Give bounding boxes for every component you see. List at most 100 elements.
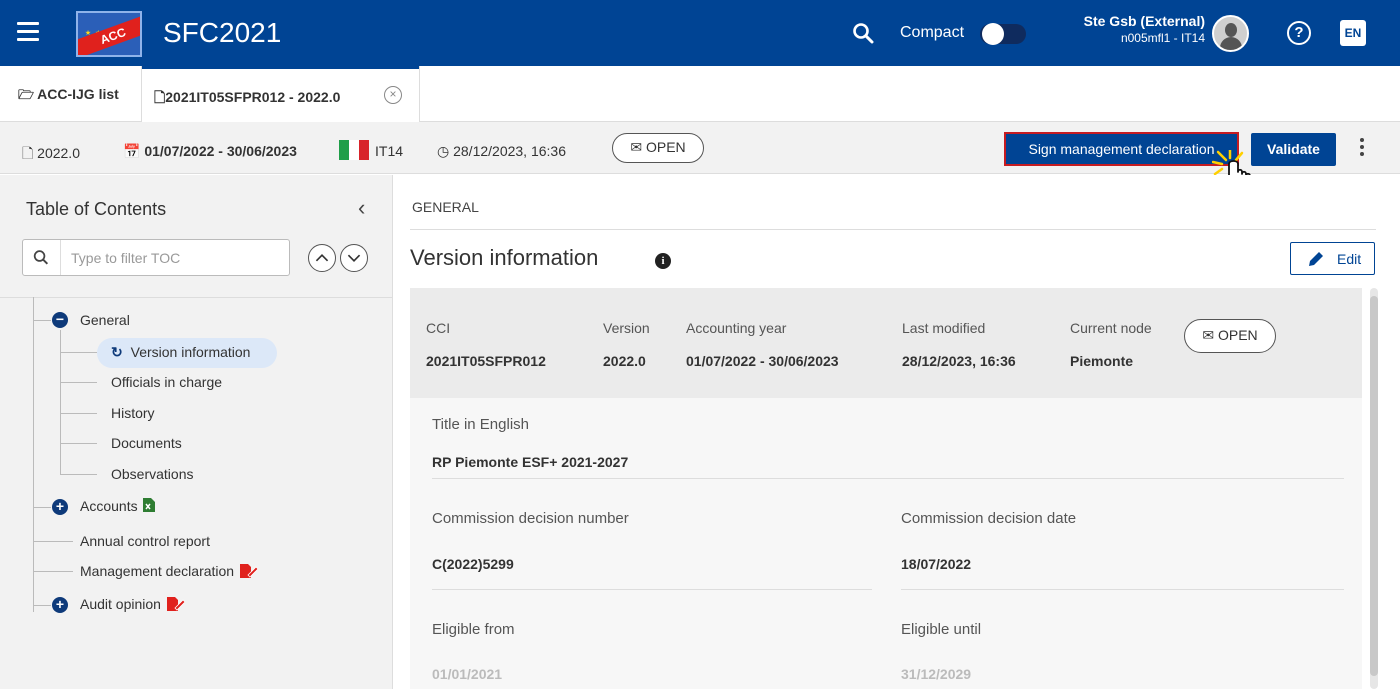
tab-acc-ijg-list[interactable]: 🗁 ACC-IJG list: [18, 86, 119, 108]
last-modified-value: 28/12/2023, 16:36: [902, 353, 1016, 369]
collapse-toc-icon[interactable]: ‹: [358, 195, 365, 221]
eligible-from-label: Eligible from: [432, 621, 515, 638]
validate-button[interactable]: Validate: [1251, 133, 1336, 166]
toc-item-documents[interactable]: Documents: [111, 435, 182, 451]
sfc-logo[interactable]: ★ ★ ★ ★ ★ ACC: [76, 11, 142, 57]
pencil-icon: [1309, 252, 1323, 266]
chevron-up-icon[interactable]: [308, 244, 336, 272]
tab-bar: 🗁 ACC-IJG list 🗋2021IT05SFPR012 - 2022.0 …: [0, 66, 1400, 122]
details-panel: [410, 398, 1362, 689]
eligible-from-value[interactable]: 01/01/2021: [432, 666, 502, 682]
accounting-year-value: 01/07/2022 - 30/06/2023: [686, 353, 839, 369]
title-in-english-label: Title in English: [432, 416, 529, 433]
toc-item-annual-control-report[interactable]: Annual control report: [80, 533, 210, 549]
signature-icon: [166, 597, 186, 611]
envelope-icon: ✉: [630, 139, 643, 155]
title-in-english-value[interactable]: RP Piemonte ESF+ 2021-2027: [432, 454, 628, 470]
cci-value: 2021IT05SFPR012: [426, 353, 546, 369]
clock-icon: ◷: [437, 143, 450, 159]
edit-label: Edit: [1337, 251, 1362, 267]
main-divider: [410, 229, 1376, 230]
avatar[interactable]: [1212, 15, 1249, 52]
decision-number-label: Commission decision number: [432, 510, 629, 527]
decision-date-value[interactable]: 18/07/2022: [901, 556, 971, 572]
collapse-general-icon[interactable]: −: [52, 312, 68, 328]
help-icon[interactable]: ?: [1287, 21, 1311, 45]
search-icon[interactable]: [852, 22, 874, 44]
decision-number-value[interactable]: C(2022)5299: [432, 556, 514, 572]
toc-item-observations[interactable]: Observations: [111, 466, 193, 482]
app-title[interactable]: SFC2021: [163, 17, 281, 49]
toc-item-officials-in-charge[interactable]: Officials in charge: [111, 374, 222, 390]
expand-accounts-icon[interactable]: +: [52, 499, 68, 515]
toc-item-version-information[interactable]: ↻ Version information: [111, 344, 250, 361]
chevron-down-icon[interactable]: [340, 244, 368, 272]
decision-date-label: Commission decision date: [901, 510, 1077, 527]
timestamp-value: 28/12/2023, 16:36: [453, 143, 566, 159]
signature-icon: [240, 564, 259, 578]
status-label: OPEN: [1217, 327, 1258, 343]
edit-button[interactable]: Edit: [1290, 242, 1375, 275]
user-code: n005mfl1 - IT14: [1120, 31, 1205, 45]
info-icon[interactable]: i: [655, 253, 671, 269]
toc-item-general[interactable]: General: [80, 312, 130, 328]
toc-item-label: Version information: [130, 344, 251, 360]
refresh-icon: ↻: [111, 344, 123, 360]
info-bar: 🗋 2022.0 📅 01/07/2022 - 30/06/2023 IT14 …: [0, 122, 1400, 174]
file-icon: 🗋: [22, 145, 34, 161]
toc-title: Table of Contents: [26, 199, 167, 219]
top-bar: ★ ★ ★ ★ ★ ACC SFC2021 Compact Ste Gsb (E…: [0, 0, 1400, 66]
file-icon: 🗋: [154, 89, 166, 105]
toc-item-accounts[interactable]: Accounts: [80, 498, 156, 514]
eligible-until-value[interactable]: 31/12/2029: [901, 666, 971, 682]
toc-divider: [0, 297, 393, 298]
current-node-label: Current node: [1070, 320, 1152, 336]
toc-item-management-declaration[interactable]: Management declaration: [80, 563, 259, 579]
period-value: 01/07/2022 - 30/06/2023: [144, 143, 297, 159]
tab-label: 2021IT05SFPR012 - 2022.0: [165, 89, 341, 105]
excel-file-icon: [143, 498, 156, 512]
current-node-value: Piemonte: [1070, 353, 1134, 369]
calendar-icon: 📅: [123, 143, 141, 159]
toc-item-label: Management declaration: [80, 563, 235, 579]
folder-open-icon: 🗁: [18, 87, 35, 102]
tab-label: ACC-IJG list: [37, 86, 119, 102]
toc-item-label: Audit opinion: [80, 596, 161, 612]
tab-version-document[interactable]: 🗋2021IT05SFPR012 - 2022.0 ×: [142, 66, 419, 122]
toc-item-audit-opinion[interactable]: Audit opinion: [80, 596, 186, 612]
status-badge: ✉ OPEN: [1184, 319, 1276, 353]
eligible-until-label: Eligible until: [901, 621, 982, 638]
version-value: 2022.0: [37, 145, 80, 161]
toc-item-history[interactable]: History: [111, 405, 155, 421]
accounting-year-label: Accounting year: [686, 320, 787, 336]
toc-item-label: Accounts: [80, 498, 138, 514]
version-value: 2022.0: [603, 353, 646, 369]
toc-filter-placeholder: Type to filter TOC: [71, 250, 181, 266]
user-name[interactable]: Ste Gsb (External): [1040, 13, 1205, 29]
status-badge: ✉ OPEN: [612, 133, 704, 163]
period-info: 📅 01/07/2022 - 30/06/2023: [123, 143, 297, 160]
last-modified-label: Last modified: [902, 320, 986, 336]
language-selector[interactable]: EN: [1340, 20, 1366, 46]
toc-filter-input[interactable]: Type to filter TOC: [22, 239, 290, 276]
toggle-knob: [982, 23, 1004, 45]
compact-label: Compact: [900, 24, 965, 41]
search-icon: [33, 240, 61, 275]
envelope-icon: ✉: [1202, 327, 1215, 343]
italy-flag-icon: [339, 140, 369, 160]
version-label: Version: [603, 320, 650, 336]
cci-label: CCI: [426, 320, 451, 336]
expand-audit-opinion-icon[interactable]: +: [52, 597, 68, 613]
timestamp-info: ◷ 28/12/2023, 16:36: [437, 143, 566, 160]
toc-sidebar: Table of Contents ‹ Type to filter TOC −…: [0, 175, 393, 689]
more-options-icon[interactable]: [1360, 138, 1366, 158]
menu-icon[interactable]: [17, 22, 39, 42]
country-code: IT14: [375, 143, 404, 159]
page-title: Version information: [410, 245, 599, 270]
compact-toggle[interactable]: [980, 23, 1026, 45]
scrollbar[interactable]: [1370, 288, 1378, 689]
main-content: GENERAL Version information i Edit CCI 2…: [394, 175, 1400, 689]
sign-management-declaration-button[interactable]: Sign management declaration: [1004, 132, 1239, 166]
close-tab-icon[interactable]: ×: [384, 86, 402, 104]
status-label: OPEN: [645, 139, 686, 155]
